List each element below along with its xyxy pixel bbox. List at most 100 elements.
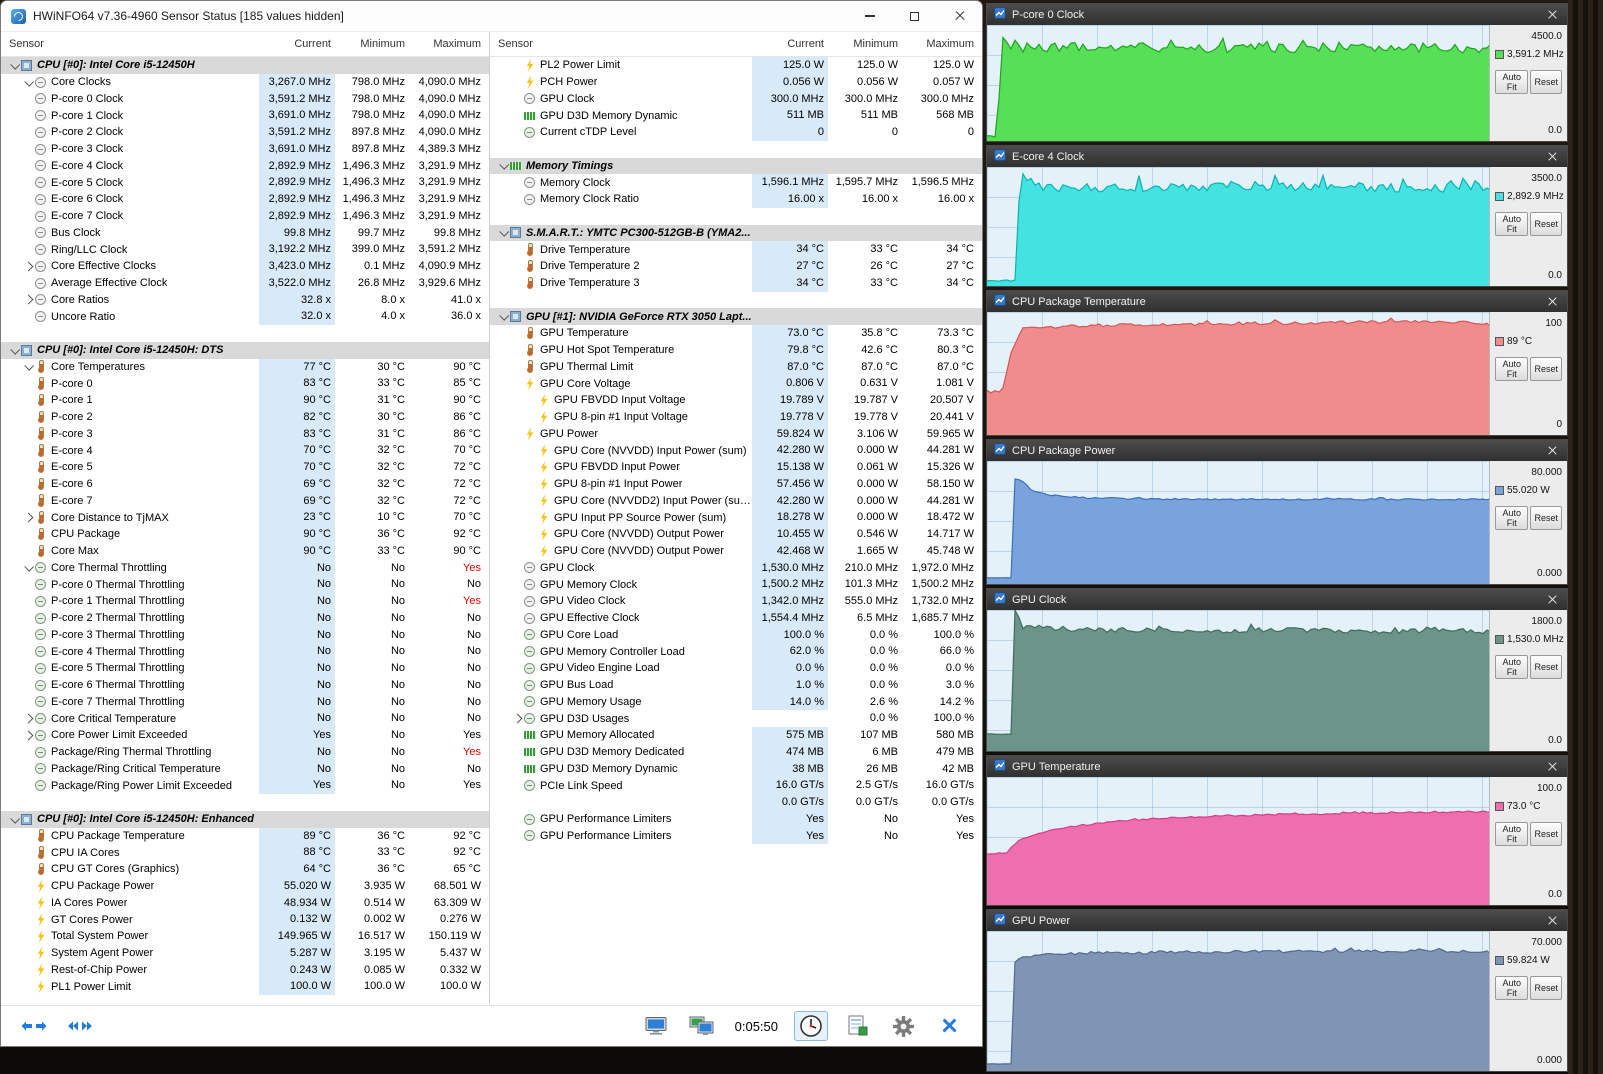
sensor-row[interactable]: GPU Memory Controller Load 62.0 % 0.0 % 66.…	[490, 643, 982, 660]
graph-close-button[interactable]	[1544, 7, 1560, 23]
sensor-row[interactable]: GPU Video Engine Load 0.0 % 0.0 % 0.0 %	[490, 660, 982, 677]
sensor-row[interactable]: E-core 5 Thermal Throttling No No No	[1, 660, 489, 677]
expand-toggle[interactable]	[21, 261, 35, 272]
sensor-row[interactable]: E-core 7 Thermal Throttling No No No	[1, 693, 489, 711]
sensor-row[interactable]: PCH Power 0.056 W 0.056 W 0.057 W	[490, 73, 982, 91]
sensor-row[interactable]: GPU 8-pin #1 Input Voltage 19.778 V 19.778…	[490, 408, 982, 426]
sensor-row[interactable]: P-core 1 Thermal Throttling No No Yes	[1, 593, 489, 610]
expand-toggle[interactable]	[21, 294, 35, 305]
graph-close-button[interactable]	[1544, 592, 1560, 608]
sensor-row[interactable]: P-core 3 Clock 3,691.0 MHz 897.8 MHz 4,389.…	[1, 140, 489, 158]
expand-toggle[interactable]	[21, 361, 35, 372]
sensor-row[interactable]: CPU GT Cores (Graphics) 64 °C 36 °C 65 °C	[1, 861, 489, 878]
logging-report-button[interactable]	[840, 1011, 874, 1041]
sensor-row[interactable]: Drive Temperature 34 °C 33 °C 34 °C	[490, 241, 982, 258]
expand-toggle[interactable]	[7, 344, 21, 355]
minimize-button[interactable]	[847, 1, 892, 31]
sensor-row[interactable]: Core Max 90 °C 33 °C 90 °C	[1, 542, 489, 560]
section-row[interactable]: CPU [#0]: Intel Core i5-12450H: Enhanced	[1, 810, 489, 828]
sensor-row[interactable]: CPU Package Power 55.020 W 3.935 W 68.501 W	[1, 877, 489, 895]
expand-columns-button[interactable]	[63, 1011, 97, 1041]
sensor-row[interactable]: Core Temperatures 77 °C 30 °C 90 °C	[1, 358, 489, 376]
sensor-row[interactable]: P-core 0 Clock 3,591.2 MHz 798.0 MHz 4,090.…	[1, 90, 489, 108]
sensor-row[interactable]: GPU 8-pin #1 Input Power 57.456 W 0.000 W 5…	[490, 475, 982, 493]
remote-monitoring-button[interactable]	[685, 1011, 719, 1041]
sensor-row[interactable]: GPU Memory Usage 14.0 % 2.6 % 14.2 %	[490, 693, 982, 711]
sensor-row[interactable]: Core Effective Clocks 3,423.0 MHz 0.1 MHz 4…	[1, 258, 489, 275]
expand-toggle[interactable]	[21, 562, 35, 573]
auto-fit-button[interactable]: Auto Fit	[1495, 822, 1529, 846]
sensor-row[interactable]: GPU Thermal Limit 87.0 °C 87.0 °C 87.0 °C	[490, 358, 982, 376]
expand-toggle[interactable]	[496, 227, 510, 238]
sensor-row[interactable]: Package/Ring Critical Temperature No No No	[1, 760, 489, 778]
sensor-row[interactable]: Total System Power 149.965 W 16.517 W 150.1…	[1, 928, 489, 945]
sensor-row[interactable]: GPU D3D Memory Dynamic 38 MB 26 MB 42 MB	[490, 760, 982, 778]
auto-fit-button[interactable]: Auto Fit	[1495, 357, 1529, 381]
sensor-row[interactable]: E-core 7 Clock 2,892.9 MHz 1,496.3 MHz 3,29…	[1, 207, 489, 225]
sensor-row[interactable]: IA Cores Power 48.934 W 0.514 W 63.309 W	[1, 894, 489, 912]
sensor-row[interactable]: E-core 4 70 °C 32 °C 70 °C	[1, 442, 489, 459]
sensor-row[interactable]: Current cTDP Level 0 0 0	[490, 124, 982, 141]
sensor-row[interactable]: Bus Clock 99.8 MHz 99.7 MHz 99.8 MHz	[1, 224, 489, 242]
sensor-row[interactable]: Drive Temperature 3 34 °C 33 °C 34 °C	[490, 274, 982, 292]
reset-button[interactable]: Reset	[1530, 70, 1562, 94]
sensor-row[interactable]: Package/Ring Thermal Throttling No No Yes	[1, 743, 489, 761]
expand-toggle[interactable]	[7, 59, 21, 70]
sensor-row[interactable]: P-core 0 83 °C 33 °C 85 °C	[1, 375, 489, 392]
window-titlebar[interactable]: HWiNFO64 v7.36-4960 Sensor Status [185 v…	[1, 1, 982, 32]
reset-button[interactable]: Reset	[1530, 506, 1562, 530]
reset-button[interactable]: Reset	[1530, 822, 1562, 846]
graph-titlebar[interactable]: GPU Temperature	[987, 756, 1567, 777]
sensor-row[interactable]: CPU IA Cores 88 °C 33 °C 92 °C	[1, 844, 489, 861]
section-row[interactable]: S.M.A.R.T.: YMTC PC300-512GB-B (YMA2...	[490, 224, 982, 242]
section-row[interactable]: Memory Timings	[490, 157, 982, 175]
settings-button[interactable]	[886, 1011, 920, 1041]
sensor-row[interactable]: GPU Input PP Source Power (sum) 18.278 W 0…	[490, 509, 982, 526]
section-row[interactable]: CPU [#0]: Intel Core i5-12450H	[1, 57, 489, 74]
close-button[interactable]	[937, 1, 982, 31]
sensor-row[interactable]: Core Distance to TjMAX 23 °C 10 °C 70 °C	[1, 509, 489, 526]
sensor-row[interactable]: GPU Effective Clock 1,554.4 MHz 6.5 MHz 1,6…	[490, 609, 982, 627]
sensor-row[interactable]: GPU Memory Clock 1,500.2 MHz 101.3 MHz 1,50…	[490, 576, 982, 593]
sensor-row[interactable]: GT Cores Power 0.132 W 0.002 W 0.276 W	[1, 911, 489, 928]
sensor-row[interactable]: GPU Power 59.824 W 3.106 W 59.965 W	[490, 425, 982, 443]
graph-close-button[interactable]	[1544, 759, 1560, 775]
sensor-row[interactable]: E-core 4 Clock 2,892.9 MHz 1,496.3 MHz 3,29…	[1, 157, 489, 175]
sensor-row[interactable]: GPU FBVDD Input Power 15.138 W 0.061 W 15.3…	[490, 459, 982, 476]
reset-button[interactable]: Reset	[1530, 655, 1562, 679]
sensor-row[interactable]: Rest-of-Chip Power 0.243 W 0.085 W 0.332 W	[1, 961, 489, 979]
sensor-row[interactable]: P-core 2 Thermal Throttling No No No	[1, 609, 489, 627]
sensor-row[interactable]: P-core 2 82 °C 30 °C 86 °C	[1, 408, 489, 426]
sensor-row[interactable]: GPU D3D Usages 0.0 % 100.0 %	[490, 710, 982, 727]
sensor-row[interactable]: GPU Core (NVVDD) Input Power (sum) 42.280…	[490, 442, 982, 459]
sensor-row[interactable]: GPU Temperature 73.0 °C 35.8 °C 73.3 °C	[490, 325, 982, 342]
sensor-row[interactable]: Package/Ring Power Limit Exceeded Yes No Ye…	[1, 777, 489, 794]
sensor-row[interactable]: Average Effective Clock 3,522.0 MHz 26.8 M…	[1, 274, 489, 292]
expand-toggle[interactable]	[7, 813, 21, 824]
reset-button[interactable]: Reset	[1530, 976, 1562, 1000]
sensor-row[interactable]: Core Thermal Throttling No No Yes	[1, 559, 489, 577]
sensor-row[interactable]: GPU Core Load 100.0 % 0.0 % 100.0 %	[490, 626, 982, 644]
sensor-row[interactable]: GPU Video Clock 1,342.0 MHz 555.0 MHz 1,732…	[490, 593, 982, 610]
sensor-row[interactable]: E-core 4 Thermal Throttling No No No	[1, 643, 489, 660]
sensor-row[interactable]: Memory Clock Ratio 16.00 x 16.00 x 16.00 x	[490, 191, 982, 208]
sensor-row[interactable]: GPU Bus Load 1.0 % 0.0 % 3.0 %	[490, 676, 982, 694]
sensor-row[interactable]: E-core 6 Clock 2,892.9 MHz 1,496.3 MHz 3,29…	[1, 191, 489, 208]
clock-button[interactable]	[794, 1011, 828, 1041]
sensor-row[interactable]: GPU Core Voltage 0.806 V 0.631 V 1.081 V	[490, 375, 982, 392]
sensor-row[interactable]: GPU Memory Allocated 575 MB 107 MB 580 MB	[490, 727, 982, 744]
expand-toggle[interactable]	[496, 160, 510, 171]
sensor-row[interactable]: P-core 2 Clock 3,591.2 MHz 897.8 MHz 4,090.…	[1, 124, 489, 141]
section-row[interactable]: GPU [#1]: NVIDIA GeForce RTX 3050 Lapt..…	[490, 308, 982, 325]
sensor-row[interactable]: GPU Performance Limiters Yes No Yes	[490, 810, 982, 828]
sensor-row[interactable]: 0.0 GT/s 0.0 GT/s 0.0 GT/s	[490, 794, 982, 811]
graph-close-button[interactable]	[1544, 149, 1560, 165]
sensor-row[interactable]: E-core 6 69 °C 32 °C 72 °C	[1, 475, 489, 493]
sensor-row[interactable]: P-core 0 Thermal Throttling No No No	[1, 576, 489, 593]
expand-toggle[interactable]	[21, 76, 35, 87]
sensor-row[interactable]: E-core 6 Thermal Throttling No No No	[1, 676, 489, 694]
sensor-row[interactable]: E-core 7 69 °C 32 °C 72 °C	[1, 492, 489, 510]
reset-button[interactable]: Reset	[1530, 212, 1562, 236]
close-sensors-button[interactable]	[932, 1011, 966, 1041]
sensor-row[interactable]: Core Critical Temperature No No No	[1, 710, 489, 727]
